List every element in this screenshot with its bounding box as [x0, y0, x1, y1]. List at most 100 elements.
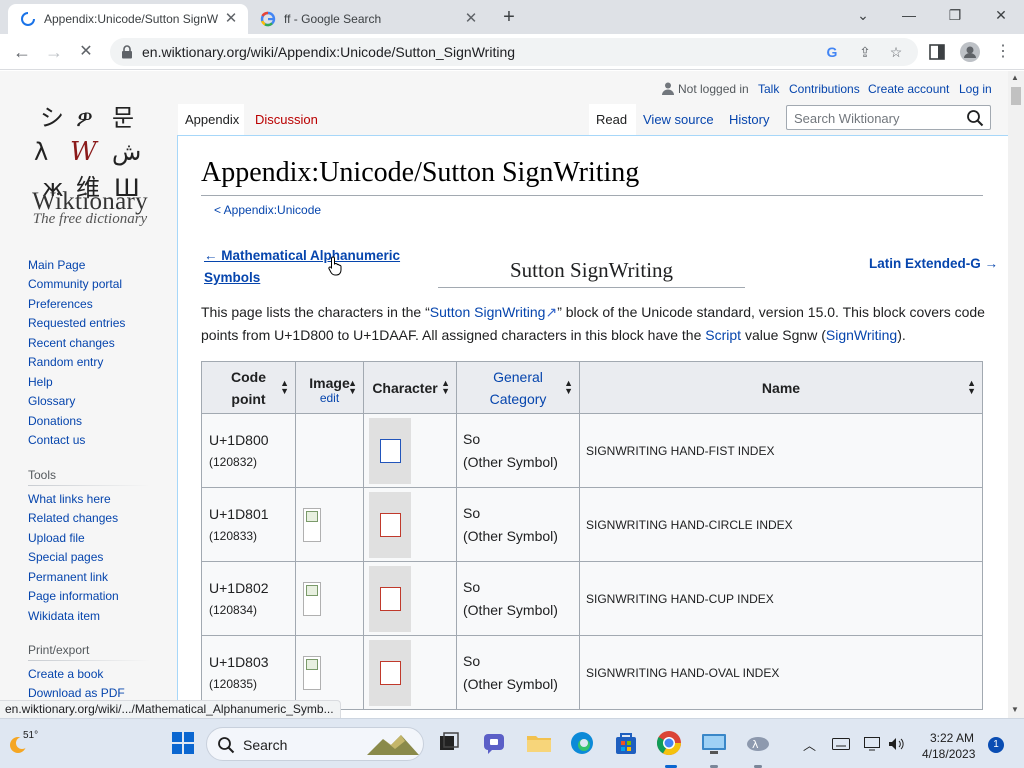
scroll-down-arrow-icon[interactable]: ▼ [1011, 705, 1019, 714]
clock-time[interactable]: 3:22 AM [930, 731, 974, 745]
sidebar-item-create-book[interactable]: Create a book [28, 667, 103, 681]
share-icon[interactable]: ⇪ [855, 42, 875, 62]
back-button[interactable]: ← [10, 40, 34, 64]
forward-button[interactable]: → [42, 40, 66, 64]
sidebar-item-help[interactable]: Help [28, 375, 53, 389]
scrollbar-thumb[interactable] [1011, 87, 1021, 105]
taskbar-search-box[interactable]: Search [206, 727, 424, 761]
scroll-up-arrow-icon[interactable]: ▲ [1011, 73, 1019, 82]
tab-discussion[interactable]: Discussion [248, 104, 326, 135]
sidebar-item-main-page[interactable]: Main Page [28, 258, 85, 272]
app-launcher-icon[interactable]: λ [743, 728, 773, 758]
browser-tab-active[interactable]: Appendix:Unicode/Sutton SignW ✕ [8, 4, 248, 34]
sidebar-item-upload-file[interactable]: Upload file [28, 531, 85, 545]
image-cell [295, 487, 364, 562]
sort-icon[interactable]: ▲ ▼ [280, 379, 289, 396]
sort-icon[interactable]: ▲ ▼ [967, 379, 976, 396]
weather-temperature[interactable]: 51° [23, 730, 38, 741]
previous-block-label-line1[interactable]: ← Mathematical Alphanumeric [204, 245, 424, 267]
sidebar-item-community-portal[interactable]: Community portal [28, 277, 122, 291]
column-header-image[interactable]: Image edit ▲ ▼ [295, 361, 364, 414]
svg-text:문: 문 [112, 104, 134, 132]
page-scrollbar[interactable]: ▲ ▼ [1008, 71, 1024, 718]
tab-history[interactable]: History [723, 104, 778, 135]
chrome-browser-icon[interactable] [654, 728, 684, 758]
new-tab-button[interactable]: + [498, 6, 520, 28]
task-view-icon[interactable] [434, 728, 464, 758]
sort-icon[interactable]: ▲ ▼ [348, 379, 357, 396]
network-icon[interactable] [864, 737, 880, 751]
volume-icon[interactable] [888, 737, 906, 751]
profile-avatar-icon[interactable] [960, 42, 980, 62]
column-header-name[interactable]: Name ▲ ▼ [579, 361, 983, 414]
broken-image-icon[interactable] [303, 655, 321, 690]
url-text[interactable]: en.wiktionary.org/wiki/Appendix:Unicode/… [142, 44, 515, 60]
search-icon[interactable] [966, 109, 984, 127]
create-account-link[interactable]: Create account [868, 82, 949, 96]
sidebar-item-glossary[interactable]: Glossary [28, 394, 75, 408]
column-header-general-category[interactable]: General Category ▲ ▼ [456, 361, 580, 414]
sidebar-heading-tools[interactable]: Tools [28, 468, 56, 482]
minimize-window-button[interactable]: — [897, 5, 921, 25]
sidebar-item-donations[interactable]: Donations [28, 414, 82, 428]
tab-read[interactable]: Read [589, 104, 636, 135]
log-in-link[interactable]: Log in [959, 82, 992, 96]
sidebar-item-requested-entries[interactable]: Requested entries [28, 316, 125, 330]
address-bar[interactable]: en.wiktionary.org/wiki/Appendix:Unicode/… [110, 38, 918, 66]
column-header-label[interactable]: Category [458, 388, 578, 410]
sidebar-item-what-links-here[interactable]: What links here [28, 492, 111, 506]
column-header-character[interactable]: Character ▲ ▼ [363, 361, 457, 414]
close-tab-icon[interactable]: ✕ [462, 10, 480, 28]
contributions-link[interactable]: Contributions [789, 82, 860, 96]
side-panel-icon[interactable] [929, 44, 945, 60]
sidebar-item-permanent-link[interactable]: Permanent link [28, 570, 108, 584]
sutton-signwriting-link[interactable]: Sutton SignWriting↗ [430, 304, 557, 320]
sidebar-item-preferences[interactable]: Preferences [28, 297, 93, 311]
previous-block-label-line2[interactable]: Symbols [204, 267, 424, 289]
script-link[interactable]: Script [705, 327, 741, 343]
sort-icon[interactable]: ▲ ▼ [441, 379, 450, 396]
sort-icon[interactable]: ▲ ▼ [564, 379, 573, 396]
tab-view-source[interactable]: View source [637, 104, 721, 135]
search-box [786, 105, 991, 130]
sidebar-item-wikidata-item[interactable]: Wikidata item [28, 609, 100, 623]
tray-overflow-chevron-icon[interactable]: ︿ [803, 735, 816, 754]
breadcrumb-link[interactable]: < Appendix:Unicode [214, 203, 321, 217]
start-windows-icon[interactable] [168, 728, 198, 758]
maximize-window-button[interactable]: ❐ [943, 5, 967, 25]
keyboard-icon[interactable] [832, 738, 850, 750]
microsoft-store-icon[interactable] [611, 728, 641, 758]
notification-badge[interactable]: 1 [988, 737, 1004, 753]
broken-image-icon[interactable] [303, 581, 321, 616]
close-window-button[interactable]: ✕ [989, 5, 1013, 25]
sidebar-item-contact-us[interactable]: Contact us [28, 433, 85, 447]
search-input[interactable] [794, 111, 964, 126]
sidebar-item-page-information[interactable]: Page information [28, 589, 119, 603]
clock-date[interactable]: 4/18/2023 [922, 747, 975, 761]
file-explorer-icon[interactable] [524, 728, 554, 758]
close-tab-icon[interactable]: ✕ [222, 10, 240, 28]
previous-block-link[interactable]: ← Mathematical Alphanumeric Symbols [204, 245, 424, 289]
tab-search-chevron-icon[interactable]: ⌄ [851, 5, 875, 25]
tab-appendix[interactable]: Appendix [178, 104, 244, 135]
edge-browser-icon[interactable] [567, 728, 597, 758]
google-lens-icon[interactable]: G [822, 42, 842, 62]
stop-loading-button[interactable]: ✕ [74, 40, 98, 64]
column-header-code-point[interactable]: Code point ▲ ▼ [201, 361, 296, 414]
remote-desktop-icon[interactable] [699, 728, 729, 758]
sidebar-heading-print-export[interactable]: Print/export [28, 643, 89, 657]
browser-tab-google[interactable]: ff - Google Search ✕ [252, 4, 488, 34]
column-header-label[interactable]: General [458, 366, 578, 388]
teams-chat-icon[interactable] [479, 728, 509, 758]
broken-image-icon[interactable] [303, 507, 321, 542]
sidebar-item-download-pdf[interactable]: Download as PDF [28, 686, 125, 700]
bookmark-star-icon[interactable]: ☆ [886, 42, 906, 62]
signwriting-link[interactable]: SignWriting [826, 327, 897, 343]
sidebar-item-special-pages[interactable]: Special pages [28, 550, 103, 564]
sidebar-item-related-changes[interactable]: Related changes [28, 511, 118, 525]
browser-menu-icon[interactable]: ⋮ [991, 40, 1015, 64]
talk-link[interactable]: Talk [758, 82, 779, 96]
next-block-link[interactable]: Latin Extended-G → [869, 256, 998, 271]
sidebar-item-random-entry[interactable]: Random entry [28, 355, 103, 369]
sidebar-item-recent-changes[interactable]: Recent changes [28, 336, 115, 350]
